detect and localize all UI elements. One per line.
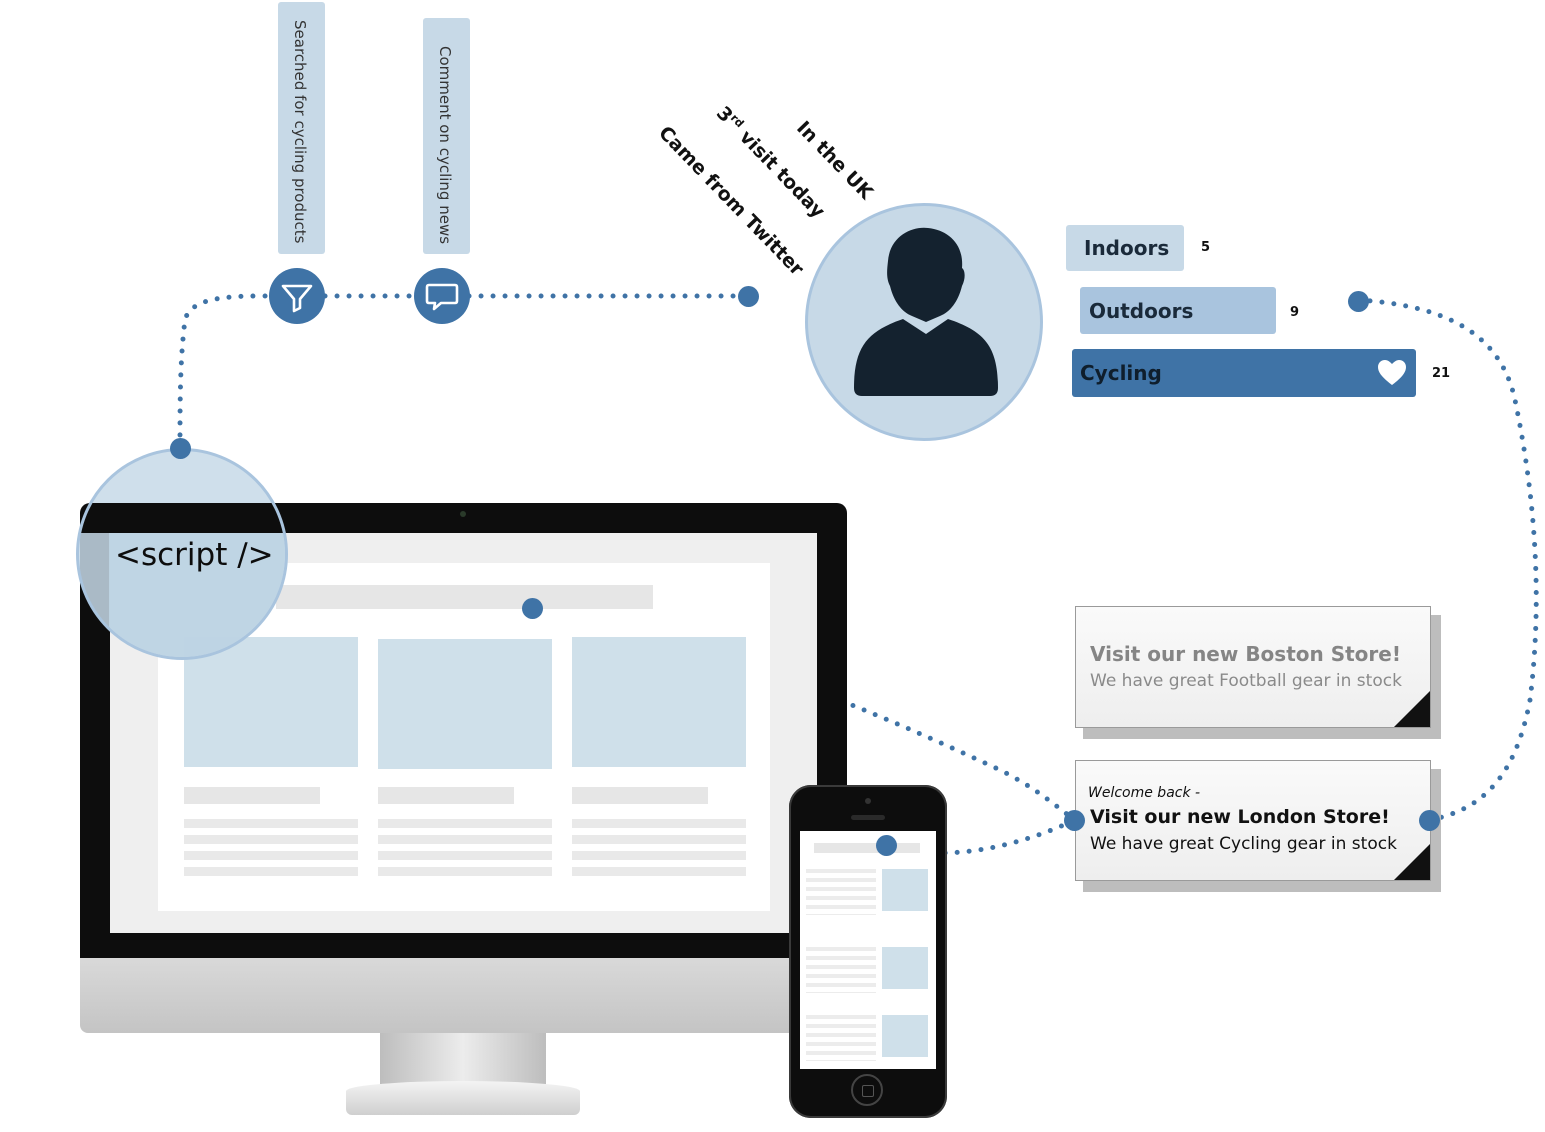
interest-label-cycling: Cycling (1080, 361, 1162, 385)
webpage-heading-3 (572, 787, 708, 804)
phone-text-lines-1 (806, 869, 876, 915)
connector-dot-twitter (738, 286, 759, 307)
chat-bubble-icon (425, 283, 459, 311)
london-body: We have great Cycling gear in stock (1090, 834, 1397, 854)
user-avatar-icon (854, 227, 998, 396)
webpage-heading-2 (378, 787, 514, 804)
monitor-chin (80, 958, 847, 1033)
searched-tag: Searched for cycling products (278, 2, 325, 254)
monitor-stand-neck (380, 1033, 546, 1088)
home-button-square (862, 1085, 874, 1097)
monitor-stand-base (346, 1081, 580, 1115)
webpage-image-3 (572, 637, 746, 767)
webpage-text-lines-1 (184, 819, 358, 883)
user-avatar (805, 203, 1043, 441)
phone-text-lines-2 (806, 947, 876, 993)
london-title: Visit our new London Store! (1090, 806, 1390, 828)
boston-store-card: Visit our new Boston Store! We have grea… (1075, 606, 1431, 728)
london-left-dot (1064, 810, 1085, 831)
comment-tag: Comment on cycling news (423, 18, 470, 254)
searched-label: Searched for cycling products (291, 20, 309, 244)
smartphone (789, 785, 947, 1118)
phone-speaker (851, 815, 885, 820)
phone-header-bar (814, 843, 920, 853)
monitor-camera (460, 511, 466, 517)
interest-label-outdoors: Outdoors (1089, 298, 1194, 323)
comment-label: Comment on cycling news (436, 46, 454, 245)
phone-image-1 (882, 869, 928, 911)
heart-icon (1378, 360, 1406, 385)
interest-label-indoors: Indoors (1084, 236, 1170, 260)
interest-count-indoors: 5 (1201, 240, 1211, 255)
interest-count-cycling: 21 (1432, 366, 1451, 381)
chat-node (414, 268, 470, 324)
interest-bar-outdoors: Outdoors (1080, 287, 1276, 334)
phone-text-lines-3 (806, 1015, 876, 1061)
script-connector-dot (170, 438, 191, 459)
script-magnifier: <script /> (76, 448, 288, 660)
london-store-card: Welcome back - Visit our new London Stor… (1075, 760, 1431, 881)
webpage-image-2 (378, 639, 552, 769)
webpage-text-lines-3 (572, 819, 746, 883)
london-card-corner (1394, 844, 1430, 880)
script-label: <script /> (115, 537, 274, 573)
interest-bar-cycling: Cycling (1072, 349, 1416, 397)
webpage-text-lines-2 (378, 819, 552, 883)
webpage-header-bar (276, 585, 653, 609)
boston-body: We have great Football gear in stock (1090, 671, 1402, 691)
phone-screen (800, 831, 936, 1069)
london-prefix: Welcome back - (1088, 785, 1201, 801)
magnifier-bezel-band (79, 503, 285, 533)
connector-dot-interests (1348, 291, 1369, 312)
phone-home-button (851, 1074, 883, 1106)
london-right-dot (1419, 810, 1440, 831)
phone-image-2 (882, 947, 928, 989)
phone-image-3 (882, 1015, 928, 1057)
interest-count-outdoors: 9 (1290, 305, 1300, 320)
desktop-connector-dot (522, 598, 543, 619)
funnel-icon (281, 284, 313, 313)
phone-connector-dot (876, 835, 897, 856)
interest-bar-indoors: Indoors (1066, 225, 1184, 271)
webpage-heading-1 (184, 787, 320, 804)
phone-camera (865, 798, 871, 804)
boston-title: Visit our new Boston Store! (1090, 642, 1401, 666)
funnel-node (269, 268, 325, 324)
boston-card-corner (1394, 691, 1430, 727)
